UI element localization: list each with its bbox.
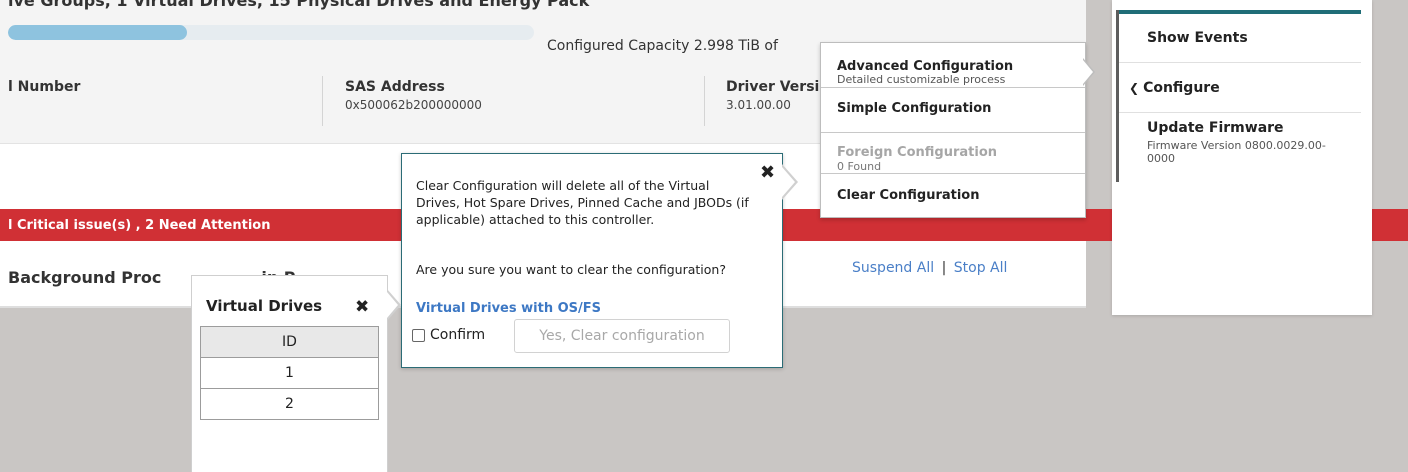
submenu-pointer-fill [1083,60,1093,84]
foreign-configuration-item: Foreign Configuration [837,145,998,160]
configure-item[interactable]: ❮ Configure [1129,80,1220,96]
clear-configuration-message: Clear Configuration will delete all of t… [416,178,749,227]
driver-version-header: Driver Versi [726,79,820,95]
table-row[interactable]: 2 [200,388,379,420]
menu-divider [1119,112,1361,113]
virtual-drives-title: Virtual Drives [206,297,323,315]
clear-configuration-question: Are you sure you want to clear the confi… [416,262,726,277]
foreign-configuration-sub: 0 Found [837,160,882,173]
virtual-drives-popover: Virtual Drives ✖ ID 1 2 [191,275,388,472]
configure-label: Configure [1143,80,1220,96]
virtual-drive-id: 2 [200,388,379,420]
actions-menu: Show Events ❮ Configure Update Firmware F… [1116,10,1361,182]
driver-version-column: Driver Versi 3.01.00.00 [726,79,819,112]
show-events-item[interactable]: Show Events [1147,30,1248,46]
process-actions: Suspend All | Stop All [852,260,1007,276]
clear-configuration-dialog: ✖ Clear Configuration will delete all of… [401,153,783,368]
sas-address-header: SAS Address [345,79,445,95]
capacity-progress-bar [8,25,534,40]
simple-configuration-item[interactable]: Simple Configuration [837,101,991,116]
virtual-drives-table: ID 1 2 [200,326,379,420]
checkbox-icon[interactable] [412,328,425,342]
virtual-drive-id: 1 [200,357,379,389]
confirm-checkbox[interactable]: Confirm [412,327,485,343]
column-divider [704,76,705,126]
dialog-pointer-fill [782,167,795,197]
chevron-left-icon: ❮ [1129,81,1140,95]
driver-version-value: 3.01.00.00 [726,98,791,112]
clear-configuration-item[interactable]: Clear Configuration [837,188,980,203]
capacity-progress-fill [8,25,187,40]
summary-title: ive Groups, 1 Virtual Drives, 15 Physica… [8,0,590,10]
sas-address-value: 0x500062b200000000 [345,98,482,112]
close-icon[interactable]: ✖ [760,162,775,183]
serial-number-column: l Number [8,79,80,95]
actions-panel: Show Events ❮ Configure Update Firmware F… [1112,0,1372,315]
link-separator: | [941,260,947,276]
firmware-version: Firmware Version 0800.0029.00-0000 [1147,139,1326,165]
close-icon[interactable]: ✖ [355,297,369,317]
id-column-header: ID [200,326,379,358]
sas-address-column: SAS Address 0x500062b200000000 [345,79,482,112]
advanced-configuration-item[interactable]: Advanced Configuration [837,59,1013,74]
menu-divider [821,173,1085,174]
background-processes-title-head: Background Proc [8,268,162,287]
menu-divider [1119,62,1361,63]
update-firmware-item[interactable]: Update Firmware [1147,120,1284,136]
serial-number-header: l Number [8,79,81,95]
advanced-configuration-sub: Detailed customizable process [837,73,1006,86]
configured-capacity: Configured Capacity 2.998 TiB of [547,38,778,54]
table-row[interactable]: 1 [200,357,379,389]
confirm-label: Confirm [430,327,486,343]
menu-divider [821,132,1085,133]
stop-all-link[interactable]: Stop All [954,260,1008,276]
popover-pointer-fill [387,292,398,318]
actions-menu-accent [1119,10,1361,14]
virtual-drives-os-fs-link[interactable]: Virtual Drives with OS/FS [416,301,601,316]
yes-clear-configuration-button[interactable]: Yes, Clear configuration [514,319,730,353]
table-header-row: ID [200,326,379,358]
menu-divider [821,87,1085,88]
configure-submenu: Advanced Configuration Detailed customiz… [820,42,1086,218]
column-divider [322,76,323,126]
suspend-all-link[interactable]: Suspend All [852,260,934,276]
alert-text: l Critical issue(s) , 2 Need Attention [8,218,271,233]
